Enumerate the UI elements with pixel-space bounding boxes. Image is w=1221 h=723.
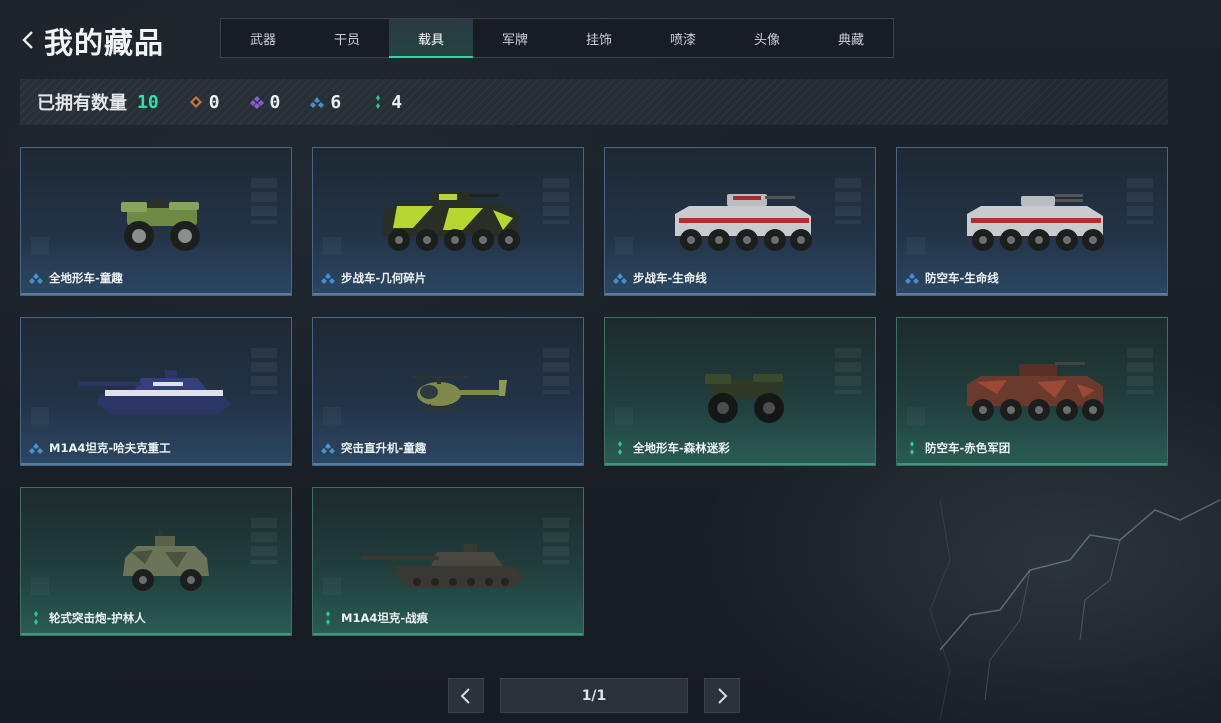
tab-weapons[interactable]: 武器 [221, 19, 305, 57]
chevron-left-icon [22, 31, 33, 49]
vehicle-name: 全地形车-童趣 [49, 271, 123, 285]
vehicle-name: 防空车-生命线 [925, 271, 999, 285]
green-dots-icon [910, 441, 914, 455]
tab-charms[interactable]: 挂饰 [557, 19, 641, 57]
blue-rank-icon [321, 443, 335, 454]
tab-operators[interactable]: 干员 [305, 19, 389, 57]
page-indicator: 1/1 [500, 678, 688, 713]
blue-rank-icon [29, 443, 43, 454]
card-decoration [323, 237, 341, 255]
card-decoration [907, 237, 925, 255]
apc-image [383, 192, 520, 251]
chevron-left-icon [460, 687, 470, 704]
vehicle-name: 轮式突击炮-护林人 [49, 611, 146, 625]
armored-car-image [123, 530, 209, 591]
green-dots-icon [34, 611, 38, 625]
tab-dogtags[interactable]: 军牌 [473, 19, 557, 57]
vehicle-name: M1A4坦克-哈夫克重工 [49, 441, 171, 455]
tab-collection[interactable]: 典藏 [809, 19, 893, 57]
blue-rank-icon [613, 273, 627, 284]
tab-sprays[interactable]: 喷漆 [641, 19, 725, 57]
back-button[interactable] [18, 26, 40, 54]
card-decoration [31, 407, 49, 425]
tank-image [361, 544, 525, 588]
vehicle-name: 步战车-几何碎片 [341, 271, 427, 285]
green-dots-icon [376, 95, 381, 109]
tab-avatars[interactable]: 头像 [725, 19, 809, 57]
vehicle-name: M1A4坦克-战痕 [341, 611, 429, 625]
card-decoration [251, 348, 277, 394]
purple-diamond-icon [249, 96, 264, 109]
blue-rank-icon [905, 273, 919, 284]
card-decoration [615, 407, 633, 425]
rarity-count-green: 4 [371, 92, 402, 113]
apc-image [967, 194, 1104, 251]
vehicle-card[interactable]: 轮式突击炮-护林人 [20, 487, 292, 636]
card-decoration [251, 178, 277, 224]
vehicle-card[interactable]: M1A4坦克-战痕 [312, 487, 584, 636]
card-decoration [1127, 348, 1153, 394]
card-decoration [543, 348, 569, 394]
card-decoration [907, 407, 925, 425]
tank-image [79, 370, 231, 414]
atv-image [121, 200, 200, 251]
vehicle-card[interactable]: M1A4坦克-哈夫克重工 [20, 317, 292, 466]
vehicle-card[interactable]: 全地形车-童趣 [20, 147, 292, 296]
next-page-button[interactable] [704, 678, 740, 713]
apc-image [967, 362, 1104, 421]
vehicle-name: 步战车-生命线 [633, 271, 707, 285]
owned-count-label: 已拥有数量 [37, 93, 127, 114]
chevron-right-icon [718, 687, 728, 704]
card-decoration [251, 518, 277, 564]
vehicle-card[interactable]: 防空车-赤色军团 [896, 317, 1168, 466]
card-decoration [323, 577, 341, 595]
vehicle-card[interactable]: 防空车-生命线 [896, 147, 1168, 296]
blue-rank-icon [321, 273, 335, 284]
owned-count-total: 10 [137, 91, 159, 113]
card-decoration [31, 577, 49, 595]
apc-image [675, 194, 812, 251]
rarity-count-blue: 6 [310, 92, 341, 113]
vehicle-card[interactable]: 步战车-生命线 [604, 147, 876, 296]
card-decoration [615, 237, 633, 255]
owned-summary-bar: 已拥有数量 10 0 0 6 4 [20, 79, 1168, 125]
blue-rank-icon [29, 273, 43, 284]
orange-diamond-icon [189, 96, 202, 108]
vehicle-collection-grid: 全地形车-童趣 步战车-几何碎片 步战车-生命线 防空车-生命线 M1A4坦克-… [20, 147, 1168, 637]
rarity-count-orange: 0 [189, 92, 220, 113]
green-dots-icon [326, 611, 330, 625]
green-dots-icon [618, 441, 622, 455]
page-title: 我的藏品 [44, 26, 165, 60]
vehicle-name: 防空车-赤色军团 [925, 441, 1011, 455]
category-tabs: 武器 干员 载具 军牌 挂饰 喷漆 头像 典藏 [220, 18, 894, 58]
card-decoration [835, 178, 861, 224]
card-decoration [1127, 178, 1153, 224]
card-decoration [31, 237, 49, 255]
vehicle-card[interactable]: 步战车-几何碎片 [312, 147, 584, 296]
tab-vehicles[interactable]: 载具 [389, 19, 473, 58]
card-decoration [543, 518, 569, 564]
vehicle-name: 全地形车-森林迷彩 [633, 441, 730, 455]
prev-page-button[interactable] [448, 678, 484, 713]
rarity-count-purple: 0 [249, 92, 280, 113]
vehicle-name: 突击直升机-童趣 [341, 441, 427, 455]
vehicle-card[interactable]: 全地形车-森林迷彩 [604, 317, 876, 466]
card-decoration [835, 348, 861, 394]
vehicle-card[interactable]: 突击直升机-童趣 [312, 317, 584, 466]
atv-image [705, 374, 784, 423]
helicopter-image [413, 376, 507, 410]
card-decoration [543, 178, 569, 224]
card-decoration [323, 407, 341, 425]
blue-rank-icon [310, 97, 325, 108]
